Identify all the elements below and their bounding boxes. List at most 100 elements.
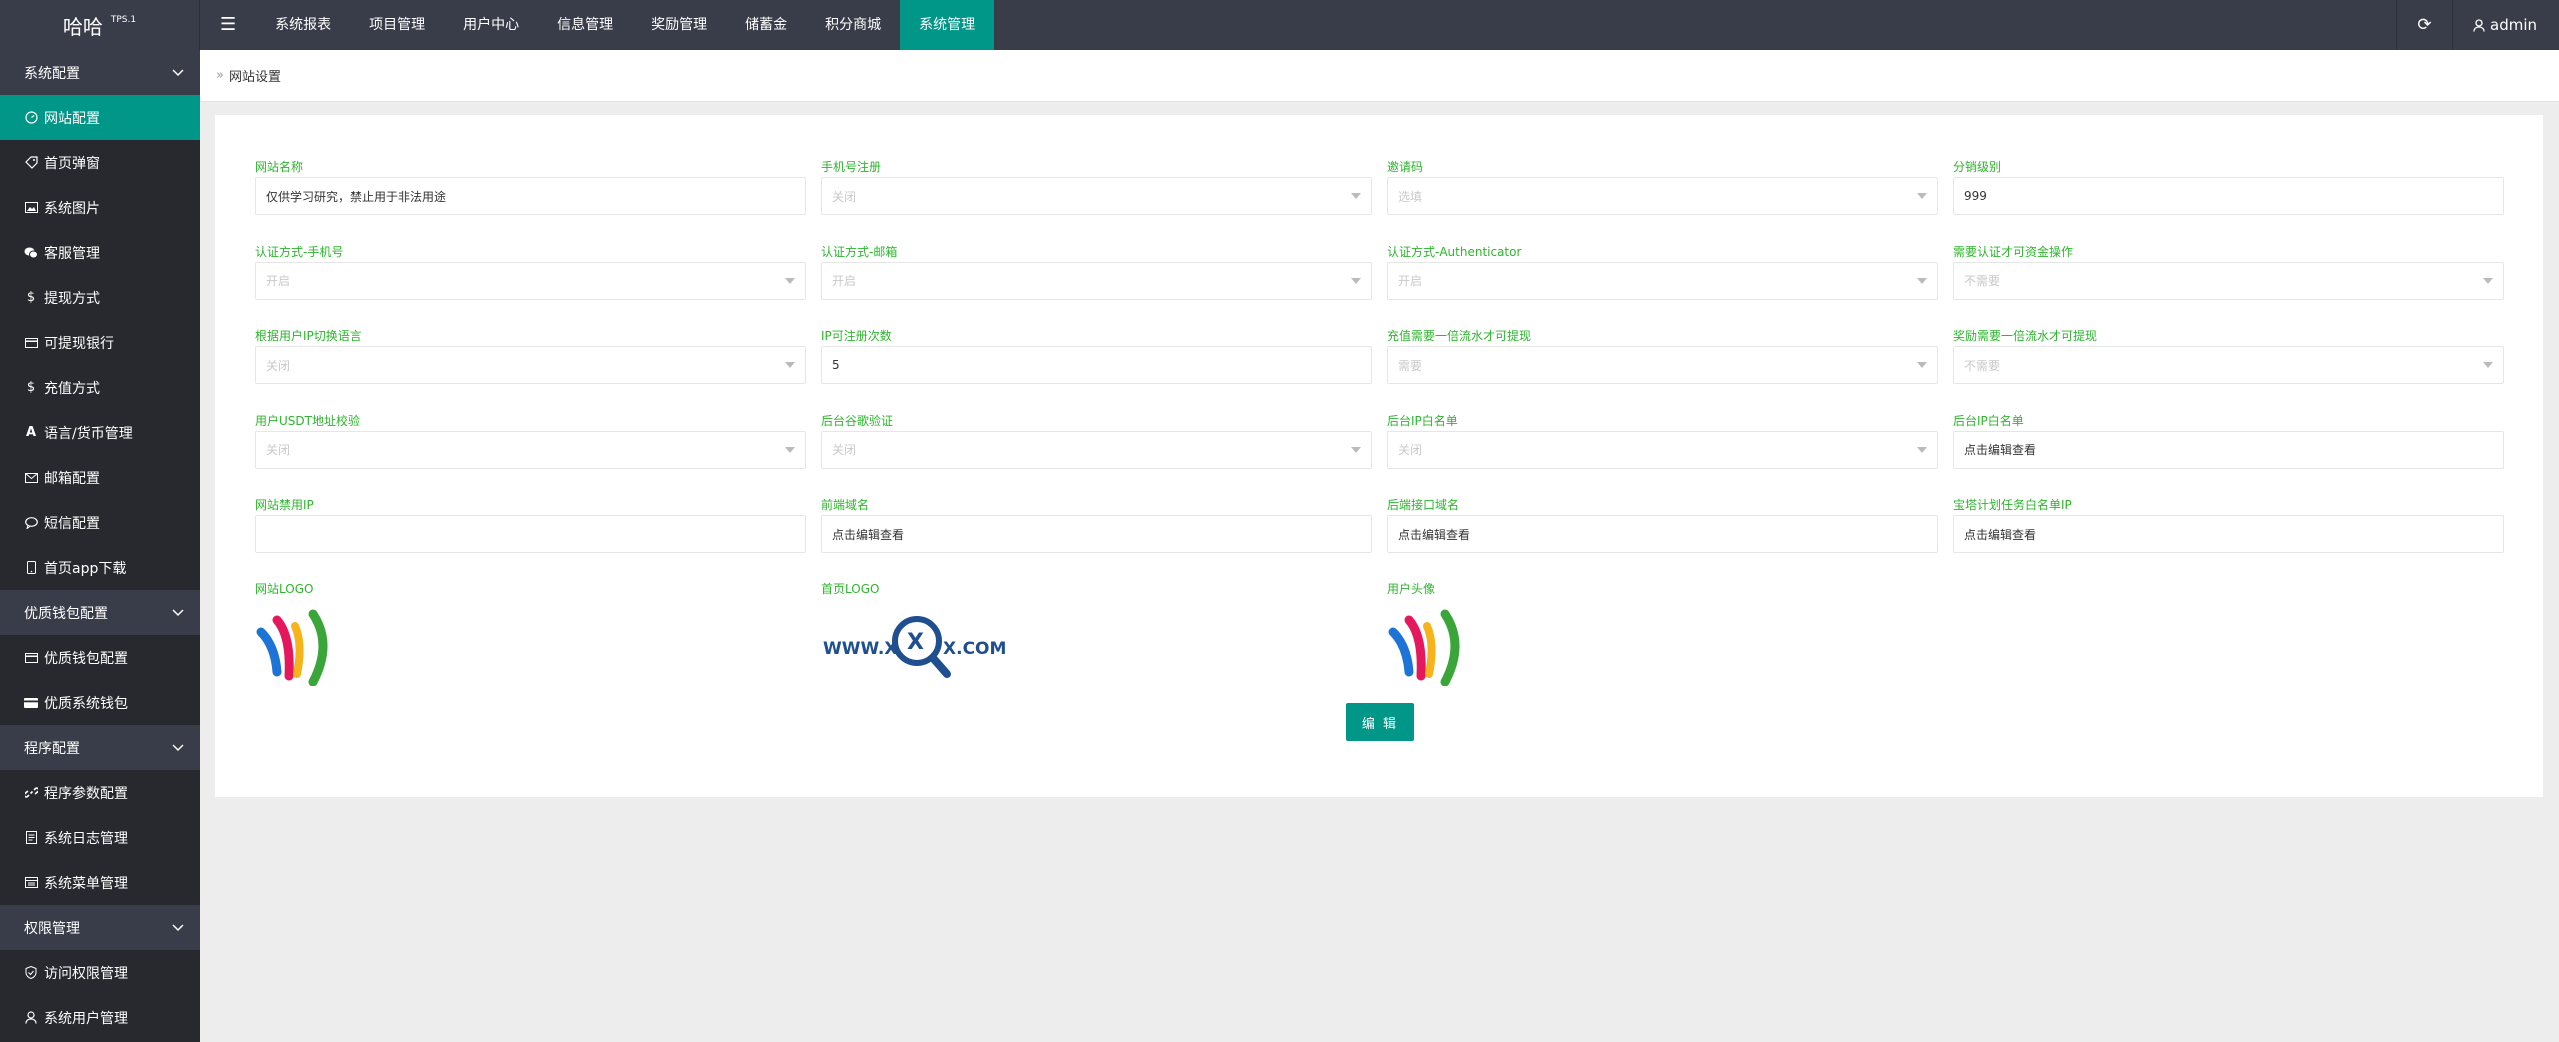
frontend-domain-input[interactable]: 点击编辑查看 bbox=[821, 515, 1372, 553]
chevron-down-icon bbox=[172, 923, 184, 931]
card-solid-icon bbox=[24, 697, 38, 708]
user-menu[interactable]: admin bbox=[2452, 0, 2559, 50]
distribution-level-input[interactable]: 999 bbox=[1953, 177, 2504, 215]
recharge-turnover-select[interactable]: 需要 bbox=[1387, 346, 1938, 384]
phone-register-select[interactable]: 关闭 bbox=[821, 177, 1372, 215]
logo-images: 网站LOGO 首页LOGO WWW.X X X.COM 用户头像 bbox=[255, 580, 2504, 690]
select-value: 选填 bbox=[1398, 189, 1423, 204]
ip-register-count-input[interactable]: 5 bbox=[821, 346, 1372, 384]
field-auth-phone: 认证方式-手机号 开启 bbox=[255, 243, 806, 328]
sidebar-item-label: 首页弹窗 bbox=[44, 155, 100, 172]
settings-form: 网站名称 仅供学习研究，禁止用于非法用途 手机号注册 关闭 邀请码 选填 分销级… bbox=[255, 158, 2505, 581]
logo-text: 哈哈 bbox=[62, 14, 103, 39]
user-avatar-image[interactable] bbox=[1387, 606, 1465, 687]
field-label: 宝塔计划任务白名单IP bbox=[1953, 498, 2072, 512]
sidebar-item-withdraw-methods[interactable]: $ 提现方式 bbox=[0, 275, 200, 320]
field-label: 网站LOGO bbox=[255, 582, 314, 596]
select-value: 关闭 bbox=[832, 443, 857, 457]
auth-authenticator-select[interactable]: 开启 bbox=[1387, 261, 1938, 300]
admin-google-auth-select[interactable]: 关闭 bbox=[821, 430, 1372, 469]
field-phone-register: 手机号注册 关闭 bbox=[821, 158, 1372, 243]
sidebar-item-label: 优质系统钱包 bbox=[44, 695, 128, 712]
nav-item-points-mall[interactable]: 积分商城 bbox=[806, 0, 900, 50]
home-logo-image[interactable]: WWW.X X X.COM bbox=[821, 606, 1011, 680]
sidebar-item-recharge-methods[interactable]: $ 充值方式 bbox=[0, 365, 200, 410]
sidebar-group-wallet-config[interactable]: 优质钱包配置 bbox=[0, 590, 200, 635]
sidebar-item-system-logs[interactable]: 系统日志管理 bbox=[0, 815, 200, 860]
nav-item-info[interactable]: 信息管理 bbox=[538, 0, 632, 50]
admin-ip-whitelist-input[interactable]: 点击编辑查看 bbox=[1953, 430, 2504, 469]
usdt-address-check-select[interactable]: 关闭 bbox=[255, 430, 806, 469]
field-auth-required-funds: 需要认证才可资金操作 不需要 bbox=[1953, 243, 2504, 328]
auth-phone-select[interactable]: 开启 bbox=[255, 261, 806, 300]
sidebar-item-wallet-config[interactable]: 优质钱包配置 bbox=[0, 635, 200, 680]
tag-icon bbox=[24, 156, 38, 169]
menu-toggle-icon[interactable]: ☰ bbox=[200, 0, 256, 50]
sidebar-item-withdraw-banks[interactable]: 可提现银行 bbox=[0, 320, 200, 365]
picture-icon bbox=[24, 202, 38, 213]
sidebar-item-site-config[interactable]: 网站配置 bbox=[0, 95, 200, 140]
sidebar-group-program-config[interactable]: 程序配置 bbox=[0, 725, 200, 770]
field-label: 后台IP白名单 bbox=[1953, 413, 2024, 428]
dollar-icon: $ bbox=[26, 380, 36, 395]
app-logo[interactable]: 哈哈 TPS.1 bbox=[0, 0, 200, 50]
sidebar-item-system-images[interactable]: 系统图片 bbox=[0, 185, 200, 230]
sidebar-item-label: 网站配置 bbox=[44, 110, 100, 127]
svg-text:X: X bbox=[907, 630, 924, 655]
speech-icon bbox=[24, 516, 38, 529]
sidebar-item-app-download[interactable]: 首页app下载 bbox=[0, 545, 200, 590]
ip-language-select[interactable]: 关闭 bbox=[255, 346, 806, 384]
field-user-avatar: 用户头像 bbox=[1387, 580, 1938, 690]
select-value: 开启 bbox=[1398, 274, 1423, 288]
nav-item-projects[interactable]: 项目管理 bbox=[350, 0, 444, 50]
nav-item-savings[interactable]: 储蓄金 bbox=[726, 0, 806, 50]
sidebar-item-mail-config[interactable]: 邮箱配置 bbox=[0, 455, 200, 500]
sidebar-group-permissions[interactable]: 权限管理 bbox=[0, 905, 200, 950]
auth-email-select[interactable]: 开启 bbox=[821, 261, 1372, 300]
sidebar-item-label: 访问权限管理 bbox=[44, 965, 128, 982]
field-reward-turnover: 奖励需要一倍流水才可提现 不需要 bbox=[1953, 327, 2504, 412]
breadcrumb-current: 网站设置 bbox=[228, 70, 281, 85]
select-value: 开启 bbox=[266, 274, 291, 288]
site-name-input[interactable]: 仅供学习研究，禁止用于非法用途 bbox=[255, 177, 806, 215]
nav-item-users[interactable]: 用户中心 bbox=[444, 0, 538, 50]
site-logo-image[interactable] bbox=[255, 606, 333, 687]
invite-code-select[interactable]: 选填 bbox=[1387, 177, 1938, 215]
sidebar-item-customer-service[interactable]: 客服管理 bbox=[0, 230, 200, 275]
sidebar-item-system-users[interactable]: 系统用户管理 bbox=[0, 995, 200, 1040]
mail-icon bbox=[24, 472, 38, 483]
field-banned-ip: 网站禁用IP bbox=[255, 496, 806, 581]
sidebar-group-system-config[interactable]: 系统配置 bbox=[0, 50, 200, 95]
backend-api-domain-input[interactable]: 点击编辑查看 bbox=[1387, 515, 1938, 553]
sidebar-item-label: 客服管理 bbox=[44, 245, 100, 262]
field-cron-whitelist-ip: 宝塔计划任务白名单IP 点击编辑查看 bbox=[1953, 496, 2504, 581]
field-usdt-address-check: 用户USDT地址校验 关闭 bbox=[255, 412, 806, 497]
sidebar-item-language-currency[interactable]: A 语言/货币管理 bbox=[0, 410, 200, 455]
field-label: 首页LOGO bbox=[821, 582, 880, 596]
caret-down-icon bbox=[785, 446, 795, 453]
chevron-down-icon bbox=[172, 608, 184, 616]
sidebar-item-sms-config[interactable]: 短信配置 bbox=[0, 500, 200, 545]
admin-ip-whitelist-select[interactable]: 关闭 bbox=[1387, 430, 1938, 469]
field-label: 认证方式-手机号 bbox=[255, 244, 344, 259]
field-label: IP可注册次数 bbox=[821, 329, 892, 343]
sidebar-item-system-menus[interactable]: 系统菜单管理 bbox=[0, 860, 200, 905]
banned-ip-input[interactable] bbox=[255, 515, 806, 553]
caret-down-icon bbox=[1917, 446, 1927, 453]
sidebar-item-program-params[interactable]: 程序参数配置 bbox=[0, 770, 200, 815]
field-label: 需要认证才可资金操作 bbox=[1953, 244, 2074, 259]
sidebar-item-home-popup[interactable]: 首页弹窗 bbox=[0, 140, 200, 185]
edit-button[interactable]: 编 辑 bbox=[1346, 703, 1414, 741]
sidebar-item-access-permissions[interactable]: 访问权限管理 bbox=[0, 950, 200, 995]
cron-whitelist-ip-input[interactable]: 点击编辑查看 bbox=[1953, 515, 2504, 553]
nav-item-rewards[interactable]: 奖励管理 bbox=[632, 0, 726, 50]
refresh-icon[interactable]: ⟳ bbox=[2396, 0, 2452, 50]
sidebar: 系统配置 网站配置 首页弹窗 系统图片 客服管理 $ 提现方式 可提现银行 $ … bbox=[0, 50, 200, 1042]
sidebar-item-system-wallet[interactable]: 优质系统钱包 bbox=[0, 680, 200, 725]
nav-item-reports[interactable]: 系统报表 bbox=[256, 0, 350, 50]
auth-required-funds-select[interactable]: 不需要 bbox=[1953, 261, 2504, 300]
reward-turnover-select[interactable]: 不需要 bbox=[1953, 346, 2504, 384]
mobile-icon bbox=[24, 561, 38, 574]
nav-item-system[interactable]: 系统管理 bbox=[900, 0, 995, 50]
field-admin-google-auth: 后台谷歌验证 关闭 bbox=[821, 412, 1372, 497]
